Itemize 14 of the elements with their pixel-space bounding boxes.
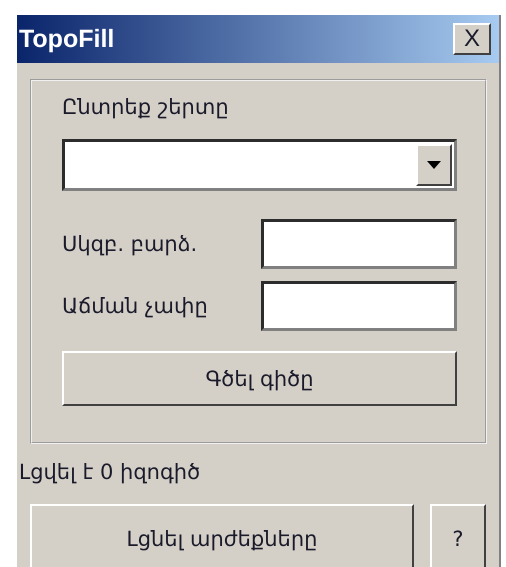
- close-button[interactable]: X: [453, 23, 491, 55]
- draw-line-button[interactable]: Գծել գիծը: [62, 351, 457, 406]
- field-label: Սկզբ. բարձ.: [62, 232, 198, 256]
- help-button[interactable]: ?: [430, 504, 486, 567]
- field-label: Աճման չափը: [62, 294, 208, 318]
- fill-values-button[interactable]: Լցնել արժեքները: [30, 504, 414, 567]
- window-title: TopoFill: [19, 24, 114, 54]
- caret-icon: [427, 161, 441, 169]
- input-field[interactable]: [261, 219, 457, 269]
- dropdown-button[interactable]: [416, 144, 452, 186]
- layer-dropdown[interactable]: [62, 139, 457, 191]
- input-field[interactable]: [261, 281, 457, 331]
- status-text: Լցվել է 0 իզոգիծ: [19, 460, 202, 484]
- layer-label: Ընտրեք շերտը: [62, 95, 230, 119]
